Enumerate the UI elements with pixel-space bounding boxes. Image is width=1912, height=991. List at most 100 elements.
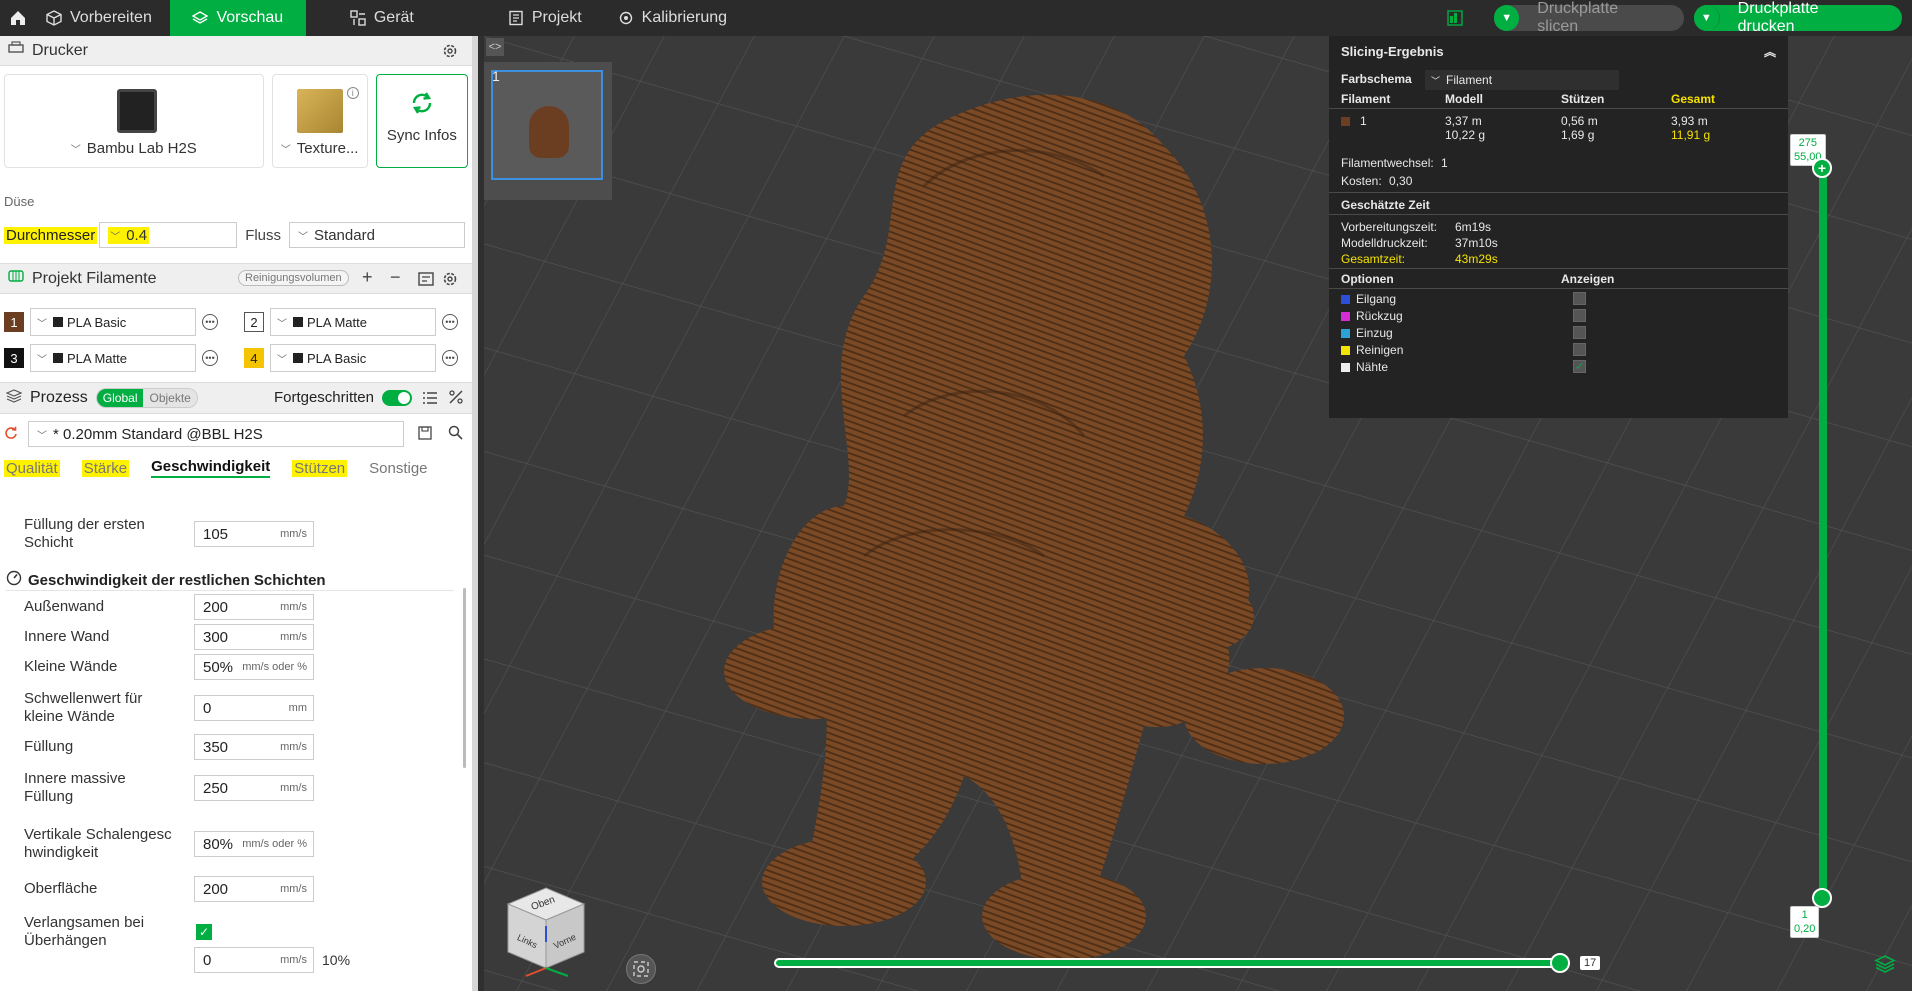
plate-card[interactable]: i ﹀ Texture... bbox=[271, 74, 368, 168]
filament-select[interactable]: ﹀ PLA Matte bbox=[270, 308, 436, 336]
outer-wall-input[interactable]: 200 mm/s bbox=[194, 594, 314, 620]
plate-thumbnail[interactable]: 1 bbox=[484, 62, 612, 200]
wipe-swatch bbox=[1341, 346, 1350, 356]
small-wall-threshold-input[interactable]: 0 mm bbox=[194, 695, 314, 721]
tab-label: Kalibrierung bbox=[641, 9, 728, 26]
remove-icon[interactable]: − bbox=[390, 267, 401, 288]
layer-bottom-handle[interactable] bbox=[1812, 888, 1832, 908]
purge-volume-button[interactable]: Reinigungsvolumen bbox=[238, 270, 349, 286]
filament-select[interactable]: ﹀ PLA Basic bbox=[30, 308, 196, 336]
vertical-shell-speed-input[interactable]: 80% mm/s oder % bbox=[194, 831, 314, 857]
layer-slider-track[interactable] bbox=[1819, 168, 1827, 904]
tab-quality[interactable]: Qualität bbox=[4, 459, 60, 477]
model-length: 3,37 m bbox=[1445, 114, 1482, 128]
compare-icon[interactable] bbox=[448, 389, 464, 410]
internal-solid-infill-input[interactable]: 250 mm/s bbox=[194, 775, 314, 801]
gear-icon[interactable] bbox=[442, 271, 458, 292]
printer-card[interactable]: ﹀ Bambu Lab H2S bbox=[4, 74, 264, 168]
home-icon[interactable] bbox=[0, 0, 36, 36]
info-icon[interactable]: i bbox=[346, 87, 359, 99]
preset-row: ﹀ * 0.20mm Standard @BBL H2S bbox=[0, 414, 472, 454]
move-slider-track[interactable] bbox=[774, 958, 1564, 968]
tab-project[interactable]: Projekt bbox=[490, 0, 600, 36]
search-icon[interactable] bbox=[448, 425, 463, 443]
collapse-sidebar-icon[interactable]: <> bbox=[486, 38, 504, 56]
nozzle-label: Düse bbox=[4, 194, 35, 209]
advanced-switch[interactable] bbox=[382, 389, 412, 406]
filament-number[interactable]: 2 bbox=[244, 312, 264, 332]
flow-select[interactable]: ﹀ Standard bbox=[289, 222, 466, 248]
camera-icon[interactable] bbox=[626, 954, 656, 984]
process-preset-select[interactable]: ﹀ * 0.20mm Standard @BBL H2S bbox=[28, 421, 404, 447]
overhang-speed-input[interactable]: 0 mm/s bbox=[194, 947, 314, 973]
travel-checkbox[interactable] bbox=[1573, 292, 1586, 305]
cube-icon bbox=[46, 10, 62, 26]
gear-icon[interactable] bbox=[442, 43, 458, 64]
inner-wall-input[interactable]: 300 mm/s bbox=[194, 624, 314, 650]
tab-support[interactable]: Stützen bbox=[292, 459, 348, 477]
save-icon[interactable] bbox=[418, 425, 432, 443]
collapse-icon[interactable]: ︽ bbox=[1764, 43, 1776, 60]
tab-speed[interactable]: Geschwindigkeit bbox=[151, 458, 271, 478]
toggle-objects[interactable]: Objekte bbox=[143, 389, 197, 407]
filament-item: 4 ﹀ PLA Basic ••• bbox=[244, 344, 472, 372]
small-walls-input[interactable]: 50% mm/s oder % bbox=[194, 654, 314, 680]
list-icon[interactable] bbox=[422, 391, 438, 410]
chevron-down-icon[interactable]: ▼ bbox=[1694, 5, 1720, 31]
sync-filament-icon[interactable] bbox=[418, 272, 434, 291]
printer-select[interactable]: ﹀ Bambu Lab H2S bbox=[71, 140, 197, 157]
more-icon[interactable]: ••• bbox=[442, 350, 458, 366]
layout-icon[interactable] bbox=[1444, 7, 1466, 29]
plate-select[interactable]: ﹀ Texture... bbox=[281, 140, 359, 157]
first-layer-infill-input[interactable]: 105 mm/s bbox=[194, 521, 314, 547]
tab-prepare[interactable]: Vorbereiten bbox=[36, 0, 170, 36]
setting-row: Innere massive Füllung 250 mm/s bbox=[24, 768, 444, 808]
3d-viewport[interactable]: <> 1 Slicing-Ergebnis ︽ Farbschema ﹀ Fil… bbox=[484, 36, 1912, 991]
tab-label: Vorbereiten bbox=[70, 9, 152, 26]
unretract-checkbox[interactable] bbox=[1573, 326, 1586, 339]
sync-info-button[interactable]: Sync Infos bbox=[375, 74, 469, 168]
setting-row: Füllung 350 mm/s bbox=[24, 734, 444, 760]
top-actions: ▼ Druckplatte slicen ▼ Druckplatte druck… bbox=[1444, 0, 1912, 36]
layer-slider[interactable] bbox=[1815, 168, 1829, 904]
move-slider-handle[interactable] bbox=[1550, 953, 1570, 973]
retract-checkbox[interactable] bbox=[1573, 309, 1586, 322]
layer-top-handle[interactable]: + bbox=[1812, 158, 1832, 178]
tab-others[interactable]: Sonstige bbox=[369, 460, 427, 477]
filament-number[interactable]: 3 bbox=[4, 348, 24, 368]
tab-preview[interactable]: Vorschau bbox=[169, 0, 306, 36]
filament-section-header: Projekt Filamente Reinigungsvolumen + − bbox=[0, 264, 472, 294]
global-objects-toggle[interactable]: Global Objekte bbox=[95, 388, 198, 408]
tab-calibration[interactable]: Kalibrierung bbox=[600, 0, 745, 36]
top-surface-input[interactable]: 200 mm/s bbox=[194, 876, 314, 902]
setting-row: Vertikale Schalengeschwindigkeit 80% mm/s… bbox=[24, 816, 444, 872]
chevron-down-icon[interactable]: ▼ bbox=[1494, 5, 1520, 31]
filament-number[interactable]: 4 bbox=[244, 348, 264, 368]
wipe-checkbox[interactable] bbox=[1573, 343, 1586, 356]
color-scheme-select[interactable]: ﹀ Filament bbox=[1425, 70, 1619, 90]
more-icon[interactable]: ••• bbox=[442, 314, 458, 330]
filament-select[interactable]: ﹀ PLA Basic bbox=[270, 344, 436, 372]
navigation-cube[interactable]: Oben Links Vorne bbox=[496, 882, 596, 982]
tab-device[interactable]: Gerät bbox=[332, 0, 432, 36]
print-plate-button[interactable]: ▼ Druckplatte drucken bbox=[1694, 0, 1902, 35]
filament-select[interactable]: ﹀ PLA Matte bbox=[30, 344, 196, 372]
option-row-retract: Rückzug bbox=[1341, 309, 1781, 325]
more-icon[interactable]: ••• bbox=[202, 350, 218, 366]
reset-icon[interactable] bbox=[4, 426, 18, 443]
tab-strength[interactable]: Stärke bbox=[81, 459, 130, 477]
add-icon[interactable]: + bbox=[362, 267, 373, 288]
seams-checkbox[interactable]: ✓ bbox=[1573, 360, 1586, 373]
layers-icon[interactable] bbox=[1874, 954, 1896, 977]
scrollbar[interactable] bbox=[463, 588, 466, 768]
slice-plate-button[interactable]: ▼ Druckplatte slicen bbox=[1494, 0, 1684, 35]
filament-number[interactable]: 1 bbox=[4, 312, 24, 332]
setting-value: 105 bbox=[203, 525, 229, 543]
more-icon[interactable]: ••• bbox=[202, 314, 218, 330]
slicing-result-panel: Slicing-Ergebnis ︽ Farbschema ﹀ Filament… bbox=[1329, 36, 1788, 418]
slow-down-overhang-checkbox[interactable]: ✓ bbox=[196, 924, 212, 940]
printer-image-icon bbox=[117, 89, 157, 133]
diameter-select[interactable]: ﹀ 0.4 bbox=[99, 222, 238, 248]
toggle-global[interactable]: Global bbox=[96, 389, 144, 407]
infill-input[interactable]: 350 mm/s bbox=[194, 734, 314, 760]
